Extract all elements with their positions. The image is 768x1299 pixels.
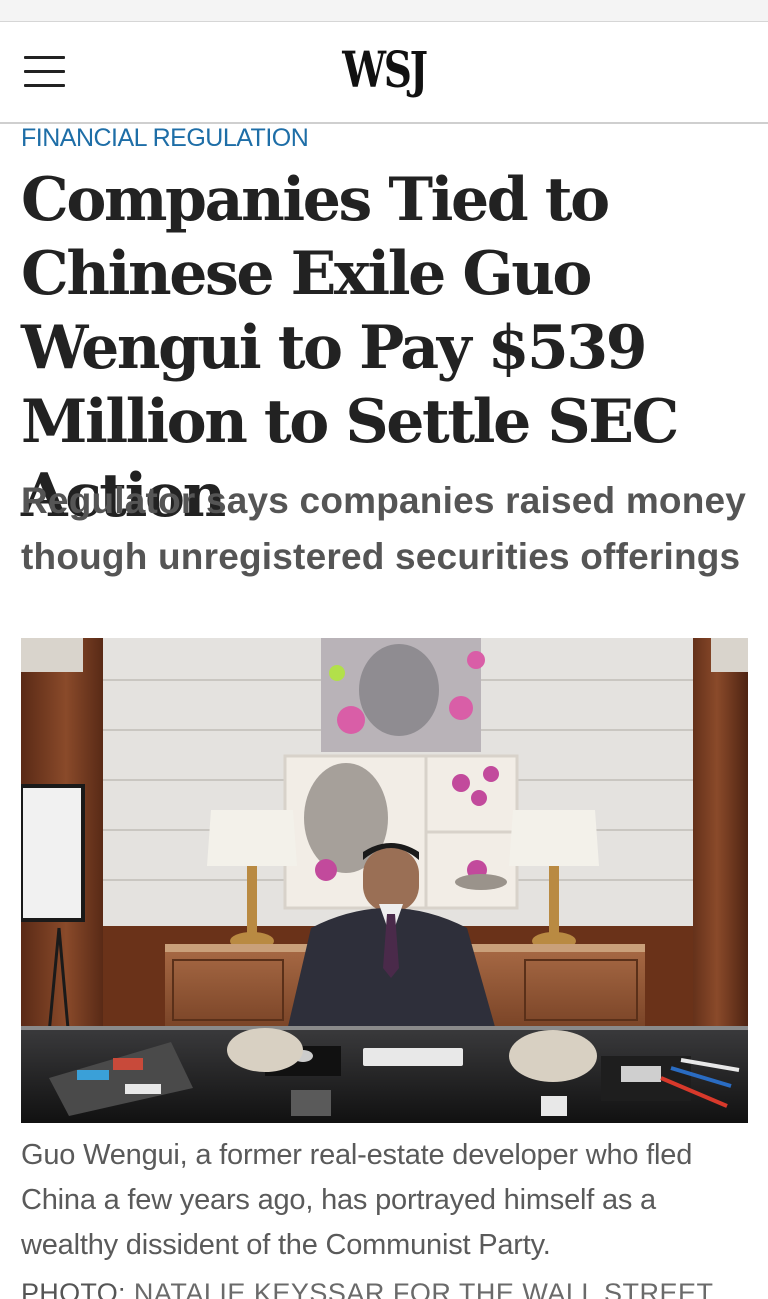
section-kicker-link[interactable]: FINANCIAL REGULATION <box>21 124 309 153</box>
photo-credit-text: NATALIE KEYSSAR FOR THE WALL STREET <box>125 1278 714 1299</box>
menu-line <box>24 84 65 87</box>
wsj-logo[interactable]: WSJ <box>306 40 462 99</box>
article-photo-image <box>21 638 748 1123</box>
article-photo[interactable] <box>21 638 748 1123</box>
photo-caption: Guo Wengui, a former real-estate develop… <box>21 1139 693 1261</box>
browser-top-strip <box>0 0 768 22</box>
menu-line <box>24 70 65 73</box>
article-dek: Regulator says companies raised money th… <box>21 480 747 577</box>
site-header: WSJ <box>0 22 768 124</box>
photo-credit: PHOTO: NATALIE KEYSSAR FOR THE WALL STRE… <box>21 1278 761 1299</box>
photo-credit-label: PHOTO: <box>21 1278 126 1299</box>
hamburger-menu-icon[interactable] <box>22 52 68 92</box>
menu-line <box>24 56 65 59</box>
